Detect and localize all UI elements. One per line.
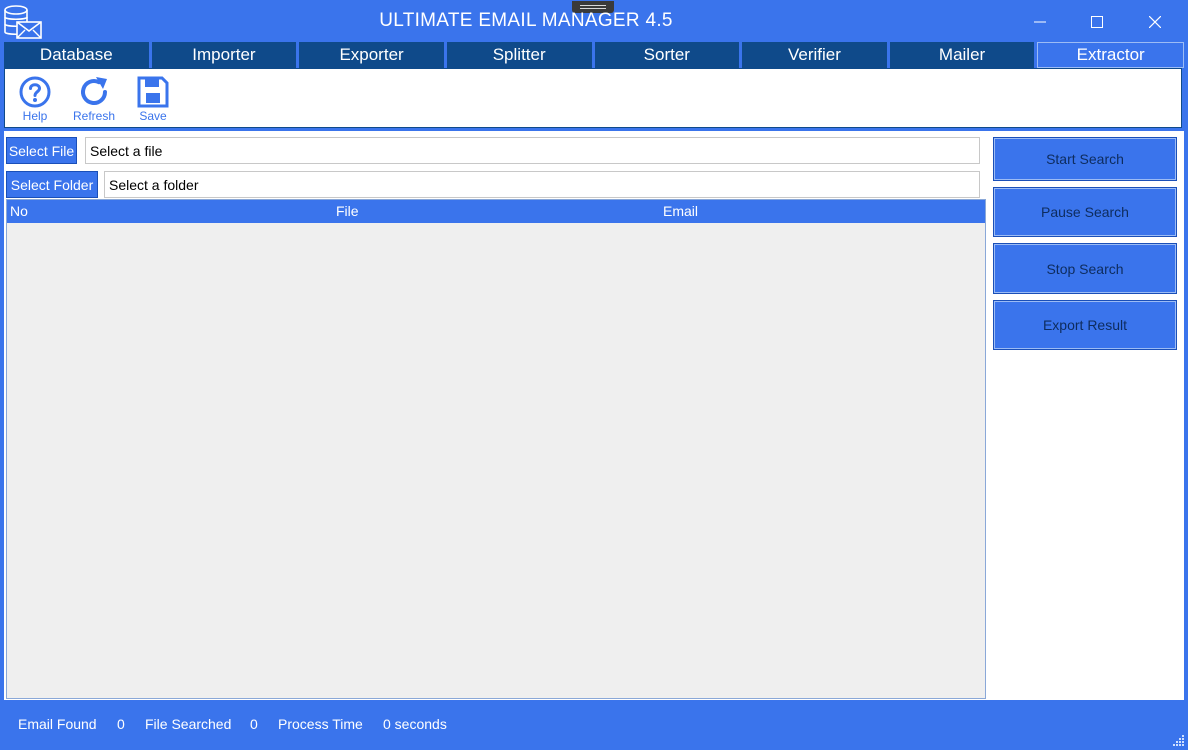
refresh-button[interactable]: Refresh [68,75,120,123]
tab-importer[interactable]: Importer [151,42,297,68]
resize-grip-icon[interactable] [1173,735,1185,747]
tab-exporter[interactable]: Exporter [299,42,444,68]
close-button[interactable] [1143,10,1167,34]
tab-verifier[interactable]: Verifier [742,42,887,68]
status-bar: Email Found 0 File Searched 0 Process Ti… [0,700,1188,750]
help-button[interactable]: Help [9,75,61,123]
tab-database[interactable]: Database [4,42,149,68]
maximize-icon [1091,16,1103,28]
tab-extractor[interactable]: Extractor [1037,42,1184,68]
save-label: Save [139,109,167,123]
close-icon [1149,16,1161,28]
tab-mailer[interactable]: Mailer [889,42,1035,68]
minimize-icon [1034,21,1046,23]
main-tabs: Database Importer Exporter Splitter Sort… [4,42,1184,68]
save-button[interactable]: Save [127,75,179,123]
export-result-button[interactable]: Export Result [993,300,1177,350]
results-table[interactable]: No File Email [6,199,986,699]
column-email[interactable]: Email [663,203,698,219]
column-file[interactable]: File [336,203,359,219]
refresh-label: Refresh [72,109,116,123]
column-no[interactable]: No [10,203,28,219]
file-searched-value: 0 [250,716,258,732]
select-folder-button[interactable]: Select Folder [6,171,98,198]
process-time-label: Process Time [278,716,363,732]
pause-search-button[interactable]: Pause Search [993,187,1177,237]
help-label: Help [22,109,48,123]
extractor-panel: Select File Select a file Select Folder … [4,131,1184,700]
stop-search-button[interactable]: Stop Search [993,243,1177,294]
window-title: ULTIMATE EMAIL MANAGER 4.5 [379,10,673,31]
file-searched-label: File Searched [145,716,232,732]
select-file-button[interactable]: Select File [6,137,77,164]
start-search-button[interactable]: Start Search [993,137,1177,181]
email-found-label: Email Found [18,716,97,732]
title-bar[interactable]: ULTIMATE EMAIL MANAGER 4.5 [0,0,1188,42]
tab-splitter[interactable]: Splitter [446,42,592,68]
maximize-button[interactable] [1085,10,1109,34]
refresh-icon [81,77,107,105]
process-time-value: 0 seconds [383,716,447,732]
minimize-button[interactable] [1028,10,1052,34]
toolbar: Help Refresh Save [4,68,1182,128]
folder-path-field[interactable]: Select a folder [104,171,980,198]
file-path-field[interactable]: Select a file [85,137,980,164]
save-icon [137,76,169,108]
email-found-value: 0 [117,716,125,732]
table-header: No File Email [7,200,985,223]
help-icon [19,76,51,108]
tab-sorter[interactable]: Sorter [594,42,740,68]
